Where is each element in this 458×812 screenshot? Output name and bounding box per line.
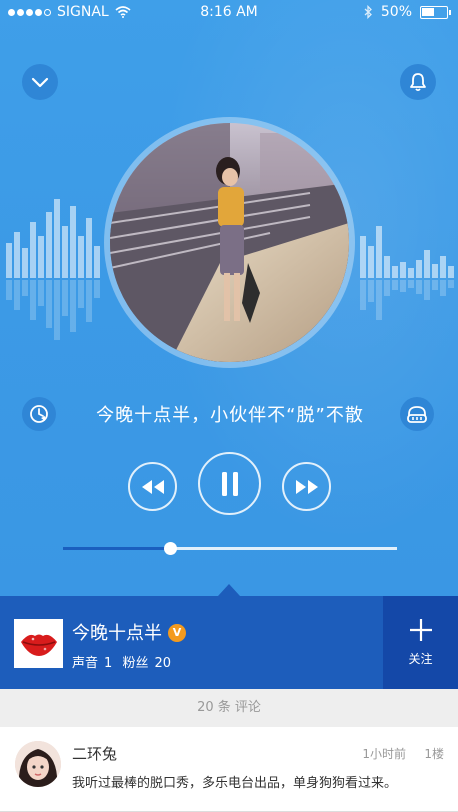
fast-forward-button[interactable] (282, 462, 331, 511)
comment-floor: 1楼 (424, 747, 444, 761)
wave-bar (432, 264, 438, 278)
cover-photo (110, 123, 349, 362)
track-title-row: 今晚十点半，小伙伴不“脱”不散 (0, 393, 458, 437)
wave-bar (14, 232, 20, 278)
wave-bar-reflection (38, 280, 44, 306)
wave-bar-reflection (70, 280, 76, 332)
comment-item[interactable] (0, 727, 458, 812)
timer-button[interactable] (22, 397, 56, 431)
bell-icon (410, 73, 426, 92)
wave-bar-reflection (432, 280, 438, 290)
wave-bar (448, 266, 454, 278)
wave-bar (384, 256, 390, 278)
progress-handle[interactable] (163, 542, 177, 555)
wave-bar-reflection (22, 280, 28, 296)
wave-bar (78, 236, 84, 278)
wave-bar-reflection (30, 280, 36, 320)
author-name[interactable]: 今晚十点半 (72, 619, 162, 645)
wave-bar (46, 212, 52, 278)
rewind-button[interactable] (128, 462, 177, 511)
wave-bar-reflection (408, 280, 414, 288)
comment-text: 我听过最棒的脱口秀，多乐电台出品，单身狗狗看过来。 (72, 776, 398, 791)
commenter-name[interactable]: 二环兔 (72, 743, 117, 764)
wave-bar (38, 236, 44, 278)
bluetooth-icon (364, 5, 372, 19)
player-screen: SIGNAL 8:16 AM 50% 今晚十点半，小伙伴不“脱”不散 今晚十点半… (0, 0, 458, 812)
sound-count: 1 (104, 656, 113, 671)
commenter-photo (15, 741, 61, 787)
timer-icon (30, 405, 48, 423)
wave-bar-reflection (368, 280, 374, 302)
lips-logo (20, 634, 57, 656)
wave-bar-reflection (384, 280, 390, 296)
wave-bar (400, 262, 406, 278)
author-avatar[interactable] (14, 619, 63, 668)
wave-bar (86, 218, 92, 278)
pause-icon (221, 471, 238, 496)
fans-count: 20 (154, 656, 171, 671)
headphones-icon (407, 406, 427, 423)
comment-time: 1小时前 (362, 747, 406, 761)
wave-bar-reflection (86, 280, 92, 322)
status-bar: SIGNAL 8:16 AM 50% (0, 0, 458, 26)
fast-forward-icon (295, 479, 318, 494)
wave-bar-reflection (62, 280, 68, 316)
collapse-button[interactable] (22, 64, 58, 100)
wave-bar (62, 226, 68, 278)
wave-bar-reflection (448, 280, 454, 288)
wave-bar-reflection (392, 280, 398, 290)
wave-bar (30, 222, 36, 278)
plus-icon (409, 619, 432, 641)
wave-bar (376, 226, 382, 278)
comments-header: 20 条 评论 (0, 689, 458, 727)
audio-button[interactable] (400, 397, 434, 431)
sound-label: 声音 (72, 656, 99, 671)
rewind-icon (141, 479, 164, 494)
album-cover (110, 123, 349, 362)
wave-bar-reflection (400, 280, 406, 292)
commenter-avatar[interactable] (15, 741, 61, 787)
wave-bar (440, 256, 446, 278)
battery-fill (422, 7, 434, 16)
wave-bar-reflection (14, 280, 20, 310)
wave-bar-reflection (360, 280, 366, 310)
follow-label: 关注 (408, 652, 433, 666)
alarm-button[interactable] (400, 64, 436, 100)
author-stats: 声音 1 粉丝 20 (72, 652, 177, 671)
pointer-notch (218, 584, 240, 596)
wave-bar-reflection (94, 280, 100, 298)
wave-bar (22, 248, 28, 278)
status-right: 50% (364, 4, 451, 20)
wave-bar (424, 250, 430, 278)
wave-bar (392, 266, 398, 278)
battery-percent: 50% (380, 4, 412, 20)
wave-bar-reflection (6, 280, 12, 300)
wave-bar (6, 243, 12, 278)
wave-bar-reflection (416, 280, 422, 294)
wave-bar-reflection (54, 280, 60, 340)
progress-played (63, 547, 170, 550)
wave-bar-reflection (424, 280, 430, 300)
fans-label: 粉丝 (122, 656, 149, 671)
pause-button[interactable] (198, 452, 261, 515)
wave-bar (368, 246, 374, 278)
verified-badge: V (168, 624, 186, 642)
track-title: 今晚十点半，小伙伴不“脱”不散 (96, 405, 364, 426)
wave-bar (408, 268, 414, 278)
wave-bar (360, 236, 366, 278)
wave-bar-reflection (376, 280, 382, 320)
wave-bar-reflection (78, 280, 84, 308)
wave-bar (70, 206, 76, 278)
wave-bar (54, 199, 60, 278)
wave-bar (416, 260, 422, 278)
wave-bar (94, 246, 100, 278)
follow-button[interactable]: 关注 (383, 596, 458, 689)
wave-bar-reflection (46, 280, 52, 328)
playback-progress-bar[interactable] (63, 542, 397, 555)
chevron-down-icon (31, 77, 49, 88)
wave-bar-reflection (440, 280, 446, 296)
battery-icon (420, 5, 451, 19)
